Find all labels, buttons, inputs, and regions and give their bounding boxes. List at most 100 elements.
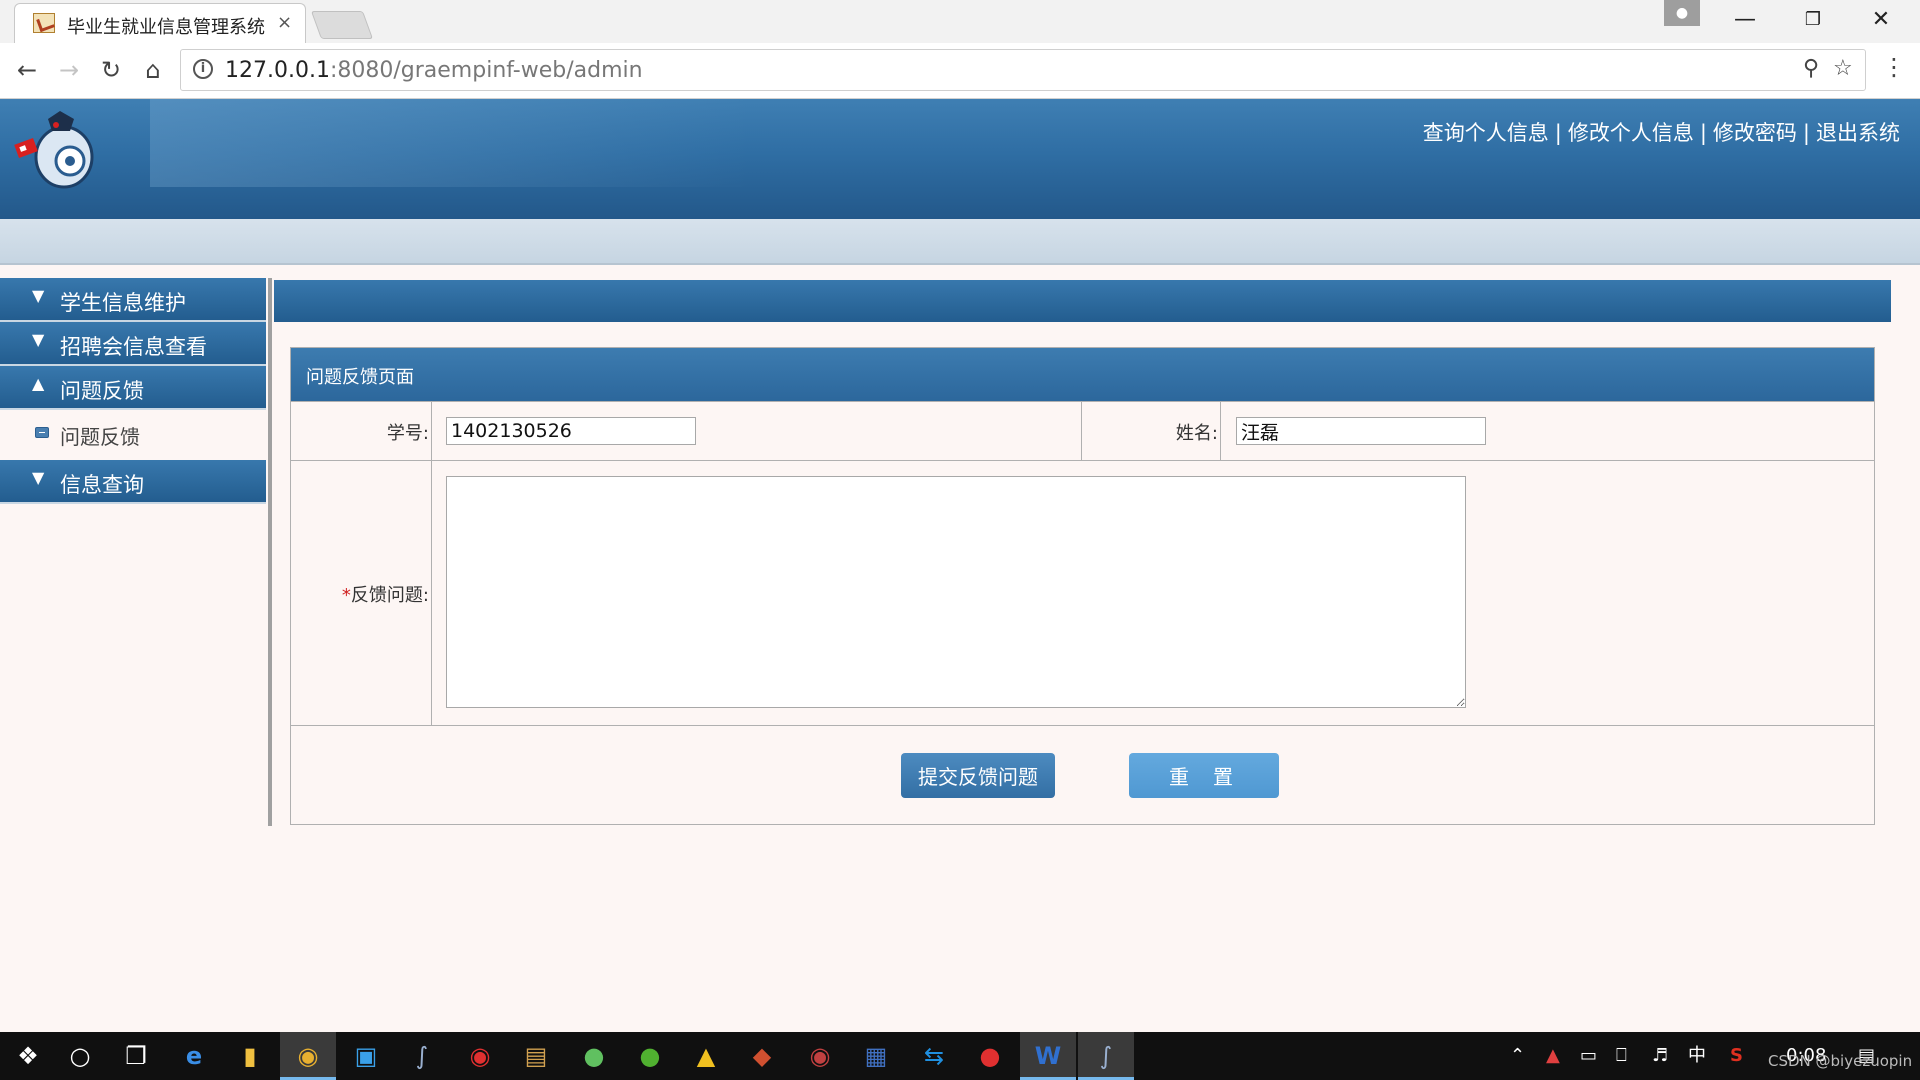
- new-tab-button[interactable]: [310, 11, 374, 39]
- student-id-label: 学号:: [386, 423, 429, 444]
- app-icon-2[interactable]: ▤: [508, 1032, 564, 1080]
- address-bar[interactable]: i 127.0.0.1:8080/graempinf-web/admin ⚲ ☆: [180, 49, 1866, 91]
- header-links: 查询个人信息 | 修改个人信息 | 修改密码 | 退出系统: [1423, 117, 1900, 147]
- menu-item-icon: [35, 427, 49, 438]
- form-row-actions: 提交反馈问题 重置: [291, 725, 1874, 825]
- sidebar: ▼ 学生信息维护 ▼ 招聘会信息查看 ▲ 问题反馈 问题反馈 ▼ 信息查询: [0, 278, 266, 826]
- browser-tab[interactable]: 毕业生就业信息管理系统 ×: [14, 3, 306, 44]
- file-explorer-icon[interactable]: ▮: [222, 1032, 278, 1080]
- word-icon[interactable]: W: [1020, 1032, 1076, 1080]
- wechat-icon[interactable]: ●: [622, 1032, 678, 1080]
- sidebar-item-label: 问题反馈: [60, 425, 140, 449]
- panel-header: 问题反馈页面: [291, 348, 1874, 401]
- student-id-field[interactable]: [446, 417, 696, 445]
- collapse-arrow-icon: ▼: [32, 468, 45, 487]
- feedback-label-wrap: *反馈问题:: [342, 581, 429, 607]
- sidebar-section-info-query[interactable]: ▼ 信息查询: [0, 460, 266, 504]
- sidebar-section-label: 招聘会信息查看: [60, 335, 207, 359]
- edge-browser-icon[interactable]: e: [166, 1032, 222, 1080]
- netease-music-icon[interactable]: ◉: [452, 1032, 508, 1080]
- app-icon-1[interactable]: ▣: [338, 1032, 394, 1080]
- browser-titlebar: 毕业生就业信息管理系统 × ● — ❐ ✕: [0, 0, 1920, 44]
- feedback-label: 反馈问题:: [350, 585, 429, 606]
- home-icon[interactable]: ⌂: [136, 53, 170, 87]
- query-profile-link[interactable]: 查询个人信息: [1423, 121, 1549, 145]
- tray-app-icon[interactable]: ▲: [1546, 1032, 1560, 1080]
- name-label: 姓名:: [1175, 423, 1218, 444]
- site-logo: [14, 111, 94, 189]
- name-field[interactable]: [1236, 417, 1486, 445]
- sidebar-item-feedback[interactable]: 问题反馈: [0, 410, 266, 458]
- sogou-input-icon[interactable]: S: [1730, 1032, 1743, 1080]
- header-subbar: [0, 219, 1920, 265]
- browser-menu-icon[interactable]: ⋮: [1882, 53, 1906, 81]
- task-view-icon[interactable]: ❐: [108, 1032, 164, 1080]
- network-icon[interactable]: ⎕: [1616, 1032, 1627, 1080]
- collapse-arrow-icon: ▼: [32, 330, 45, 349]
- link-separator: |: [1802, 121, 1810, 145]
- restore-icon[interactable]: ❐: [1780, 0, 1846, 40]
- close-window-icon[interactable]: ✕: [1848, 0, 1914, 40]
- eclipse-active-icon[interactable]: ∫: [1078, 1032, 1134, 1080]
- form-row-feedback: *反馈问题:: [291, 460, 1874, 725]
- url-host: 127.0.0.1: [225, 58, 330, 83]
- forward-icon[interactable]: →: [52, 53, 86, 87]
- reload-icon[interactable]: ↻: [94, 53, 128, 87]
- expand-arrow-icon: ▲: [32, 374, 45, 393]
- sidebar-section-label: 问题反馈: [60, 379, 144, 403]
- tab-close-icon[interactable]: ×: [277, 12, 292, 33]
- form-row-identity: 学号: 姓名:: [291, 401, 1874, 460]
- submit-feedback-button[interactable]: 提交反馈问题: [901, 753, 1055, 798]
- sidebar-section-job-fair[interactable]: ▼ 招聘会信息查看: [0, 322, 266, 366]
- back-icon[interactable]: ←: [10, 53, 44, 87]
- link-separator: |: [1699, 121, 1707, 145]
- name-label-cell: 姓名:: [1082, 402, 1218, 460]
- app-icon-5[interactable]: ◉: [792, 1032, 848, 1080]
- app-icon-6[interactable]: ●: [962, 1032, 1018, 1080]
- cell-divider: [431, 461, 432, 725]
- app-icon-4[interactable]: ◆: [734, 1032, 790, 1080]
- search-icon[interactable]: ○: [52, 1032, 108, 1080]
- battery-icon[interactable]: ▭: [1580, 1032, 1597, 1080]
- logout-link[interactable]: 退出系统: [1816, 121, 1900, 145]
- feedback-textarea[interactable]: [446, 476, 1466, 708]
- chrome-icon[interactable]: ◉: [280, 1032, 336, 1080]
- site-info-icon[interactable]: i: [193, 59, 213, 79]
- url-text: 127.0.0.1:8080/graempinf-web/admin: [225, 58, 643, 83]
- url-path: :8080/graempinf-web/admin: [329, 58, 643, 83]
- teamviewer-icon[interactable]: ⇆: [906, 1032, 962, 1080]
- app-icon-3[interactable]: ●: [566, 1032, 622, 1080]
- content-title-bar: [274, 280, 1891, 322]
- sidebar-section-label: 学生信息维护: [60, 291, 186, 315]
- sidebar-section-label: 信息查询: [60, 473, 144, 497]
- sidebar-section-student-info[interactable]: ▼ 学生信息维护: [0, 278, 266, 322]
- windows-taskbar: ❖ ○ ❐ e ▮ ◉ ▣ ∫ ◉ ▤ ● ● ▲ ◆ ◉ ▦ ⇆ ● W ∫ …: [0, 1032, 1920, 1080]
- change-password-link[interactable]: 修改密码: [1713, 121, 1797, 145]
- site-header: 查询个人信息 | 修改个人信息 | 修改密码 | 退出系统: [0, 99, 1920, 219]
- tab-title: 毕业生就业信息管理系统: [67, 17, 265, 38]
- reset-button[interactable]: 重置: [1129, 753, 1279, 798]
- collapse-arrow-icon: ▼: [32, 286, 45, 305]
- student-id-label-cell: 学号:: [291, 402, 429, 460]
- edit-profile-link[interactable]: 修改个人信息: [1568, 121, 1694, 145]
- profile-icon[interactable]: ●: [1664, 0, 1700, 26]
- ime-indicator[interactable]: 中: [1688, 1032, 1706, 1080]
- key-icon[interactable]: ⚲: [1803, 56, 1819, 81]
- qq-icon[interactable]: ▲: [678, 1032, 734, 1080]
- windows-start-icon[interactable]: ❖: [0, 1032, 56, 1080]
- minimize-icon[interactable]: —: [1712, 0, 1778, 40]
- sidebar-divider[interactable]: [268, 278, 272, 826]
- eclipse-icon[interactable]: ∫: [394, 1032, 450, 1080]
- browser-toolbar: ← → ↻ ⌂ i 127.0.0.1:8080/graempinf-web/a…: [0, 43, 1920, 99]
- tray-expand-icon[interactable]: ⌃: [1510, 1032, 1525, 1080]
- cell-divider: [1220, 402, 1221, 460]
- cell-divider: [431, 402, 432, 460]
- panel-title: 问题反馈页面: [306, 367, 414, 388]
- volume-icon[interactable]: ♬: [1652, 1032, 1668, 1080]
- feedback-label-cell: *反馈问题:: [291, 461, 429, 725]
- site-favicon-icon: [33, 13, 55, 33]
- network-app-icon[interactable]: ▦: [848, 1032, 904, 1080]
- watermark: CSDN @biyezuopin: [1768, 1052, 1913, 1070]
- bookmark-star-icon[interactable]: ☆: [1833, 56, 1853, 81]
- sidebar-section-feedback[interactable]: ▲ 问题反馈: [0, 366, 266, 410]
